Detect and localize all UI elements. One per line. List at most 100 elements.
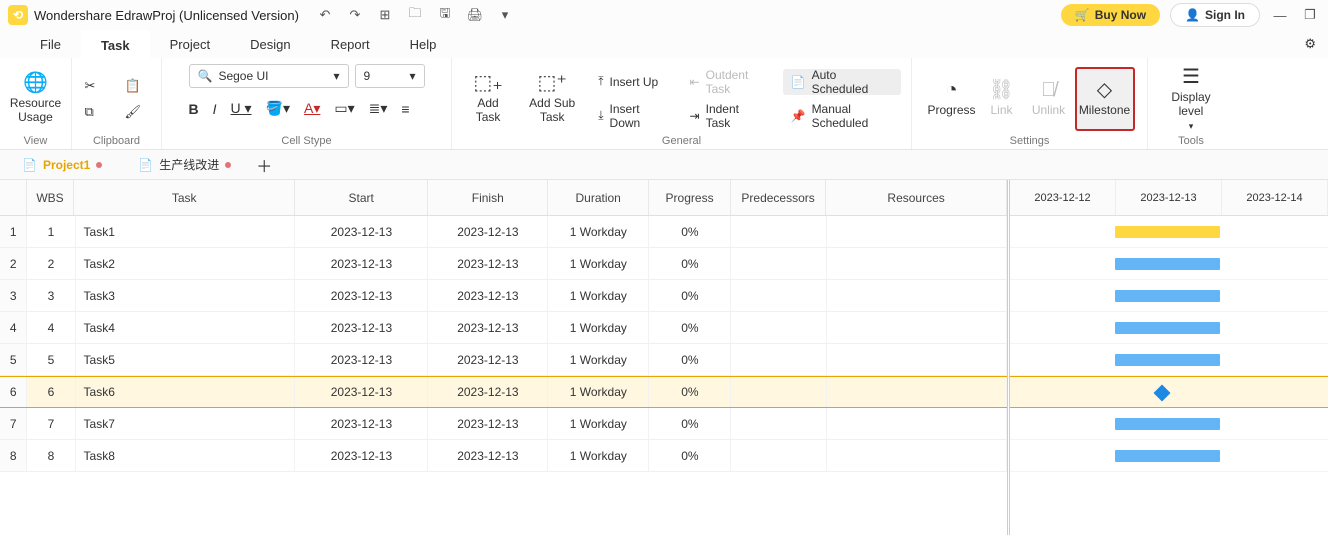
gantt-day[interactable]: 2023-12-12 xyxy=(1010,180,1116,215)
menu-project[interactable]: Project xyxy=(150,30,230,58)
cut-icon[interactable]: ✂ xyxy=(85,78,109,94)
header-start[interactable]: Start xyxy=(295,180,428,215)
menu-file[interactable]: File xyxy=(20,30,81,58)
header-resources[interactable]: Resources xyxy=(826,180,1007,215)
maximize-button[interactable]: ❐ xyxy=(1300,7,1320,23)
gantt-bar[interactable] xyxy=(1115,290,1220,302)
print-icon[interactable]: 🖨 xyxy=(467,7,483,23)
cell-progress[interactable]: 0% xyxy=(649,344,731,375)
cell-duration[interactable]: 1 Workday xyxy=(548,377,649,407)
row-index[interactable]: 4 xyxy=(0,312,27,343)
corner-cell[interactable] xyxy=(0,180,27,215)
gantt-row[interactable] xyxy=(1010,248,1328,280)
milestone-button[interactable]: ◇ Milestone xyxy=(1075,67,1135,131)
cell-wbs[interactable]: 7 xyxy=(27,408,75,439)
cell-predecessors[interactable] xyxy=(731,440,826,471)
progress-button[interactable]: ◔ Progress xyxy=(925,67,979,131)
table-row[interactable]: 22Task22023-12-132023-12-131 Workday0% xyxy=(0,248,1007,280)
cell-duration[interactable]: 1 Workday xyxy=(548,344,649,375)
line-spacing-button[interactable]: ≣▾ xyxy=(369,100,388,117)
gantt-bar[interactable] xyxy=(1115,322,1220,334)
header-task[interactable]: Task xyxy=(74,180,295,215)
qat-dropdown-icon[interactable]: ▾ xyxy=(497,7,513,23)
outdent-task-button[interactable]: ⇤Outdent Task xyxy=(682,69,771,95)
add-task-button[interactable]: ⬚₊ Add Task xyxy=(462,67,514,131)
gantt-row[interactable] xyxy=(1010,312,1328,344)
format-painter-icon[interactable]: 🖌 xyxy=(125,104,149,120)
settings-gear-icon[interactable]: ⚙ xyxy=(1304,36,1316,52)
gantt-bar[interactable] xyxy=(1115,354,1220,366)
header-progress[interactable]: Progress xyxy=(649,180,731,215)
cell-resources[interactable] xyxy=(827,280,1007,311)
unlink-button[interactable]: ⛓̸ Unlink xyxy=(1025,67,1073,131)
gantt-day[interactable]: 2023-12-14 xyxy=(1222,180,1328,215)
cell-start[interactable]: 2023-12-13 xyxy=(295,408,428,439)
display-level-button[interactable]: ☰ Display level ▾ xyxy=(1159,67,1223,131)
redo-icon[interactable]: ↷ xyxy=(347,7,363,23)
menu-design[interactable]: Design xyxy=(230,30,310,58)
row-index[interactable]: 2 xyxy=(0,248,27,279)
minimize-button[interactable]: — xyxy=(1270,7,1290,23)
link-button[interactable]: ⛓ Link xyxy=(981,67,1023,131)
cell-task[interactable]: Task6 xyxy=(76,377,296,407)
gantt-row[interactable] xyxy=(1010,440,1328,472)
cell-finish[interactable]: 2023-12-13 xyxy=(428,312,548,343)
menu-help[interactable]: Help xyxy=(390,30,457,58)
cell-predecessors[interactable] xyxy=(731,344,826,375)
milestone-marker[interactable] xyxy=(1154,385,1171,402)
copy-icon[interactable]: ⧉ xyxy=(85,104,109,120)
cell-predecessors[interactable] xyxy=(731,280,826,311)
open-icon[interactable]: 🗀 xyxy=(407,7,423,23)
cell-start[interactable]: 2023-12-13 xyxy=(295,248,428,279)
header-finish[interactable]: Finish xyxy=(428,180,548,215)
row-index[interactable]: 8 xyxy=(0,440,27,471)
header-duration[interactable]: Duration xyxy=(548,180,649,215)
gantt-row[interactable] xyxy=(1010,376,1328,408)
table-row[interactable]: 55Task52023-12-132023-12-131 Workday0% xyxy=(0,344,1007,376)
cell-progress[interactable]: 0% xyxy=(649,440,731,471)
gantt-row[interactable] xyxy=(1010,216,1328,248)
cell-task[interactable]: Task2 xyxy=(76,248,296,279)
header-wbs[interactable]: WBS xyxy=(27,180,75,215)
cell-resources[interactable] xyxy=(827,344,1007,375)
new-icon[interactable]: ⊞ xyxy=(377,7,393,23)
cell-task[interactable]: Task3 xyxy=(76,280,296,311)
auto-scheduled-button[interactable]: 📄Auto Scheduled xyxy=(783,69,901,95)
cell-finish[interactable]: 2023-12-13 xyxy=(428,408,548,439)
cell-wbs[interactable]: 3 xyxy=(27,280,75,311)
cell-start[interactable]: 2023-12-13 xyxy=(295,440,428,471)
cell-finish[interactable]: 2023-12-13 xyxy=(428,280,548,311)
row-index[interactable]: 6 xyxy=(0,377,27,407)
font-size-select[interactable]: 9 ▾ xyxy=(355,64,425,88)
undo-icon[interactable]: ↶ xyxy=(317,7,333,23)
cell-task[interactable]: Task1 xyxy=(76,216,296,247)
resource-usage-button[interactable]: 🌐 Resource Usage xyxy=(6,67,66,131)
cell-task[interactable]: Task8 xyxy=(76,440,296,471)
cell-progress[interactable]: 0% xyxy=(649,377,731,407)
row-index[interactable]: 3 xyxy=(0,280,27,311)
table-row[interactable]: 66Task62023-12-132023-12-131 Workday0% xyxy=(0,376,1007,408)
italic-button[interactable]: I xyxy=(213,100,217,117)
doctab-project1[interactable]: 📄 Project1 xyxy=(4,150,120,180)
cell-resources[interactable] xyxy=(827,440,1007,471)
paste-icon[interactable]: 📋 xyxy=(125,78,149,94)
buy-now-button[interactable]: 🛒 Buy Now xyxy=(1061,4,1160,26)
table-row[interactable]: 77Task72023-12-132023-12-131 Workday0% xyxy=(0,408,1007,440)
cell-start[interactable]: 2023-12-13 xyxy=(295,216,428,247)
cell-wbs[interactable]: 1 xyxy=(27,216,75,247)
gantt-day[interactable]: 2023-12-13 xyxy=(1116,180,1222,215)
cell-start[interactable]: 2023-12-13 xyxy=(295,312,428,343)
cell-start[interactable]: 2023-12-13 xyxy=(295,377,428,407)
row-index[interactable]: 5 xyxy=(0,344,27,375)
cell-progress[interactable]: 0% xyxy=(649,312,731,343)
cell-start[interactable]: 2023-12-13 xyxy=(295,280,428,311)
cell-duration[interactable]: 1 Workday xyxy=(548,216,649,247)
gantt-bar[interactable] xyxy=(1115,418,1220,430)
cell-predecessors[interactable] xyxy=(731,408,826,439)
save-icon[interactable]: 🖫 xyxy=(437,7,453,23)
header-predecessors[interactable]: Predecessors xyxy=(731,180,826,215)
add-sub-task-button[interactable]: ⬚⁺ Add Sub Task xyxy=(526,67,578,131)
cell-resources[interactable] xyxy=(827,408,1007,439)
gantt-row[interactable] xyxy=(1010,408,1328,440)
cell-predecessors[interactable] xyxy=(731,312,826,343)
